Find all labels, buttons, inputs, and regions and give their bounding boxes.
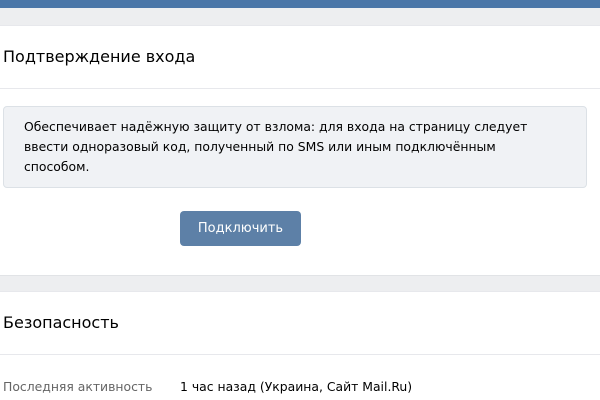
security-header: Безопасность — [0, 291, 600, 355]
top-navigation-bar — [0, 0, 600, 8]
security-title: Безопасность — [3, 313, 119, 332]
last-activity-value: 1 час назад (Украина, Сайт Mail.Ru) — [180, 379, 413, 394]
connect-button[interactable]: Подключить — [180, 211, 301, 246]
last-activity-row: Последняя активность 1 час назад (Украин… — [0, 377, 600, 397]
login-confirmation-title: Подтверждение входа — [3, 47, 196, 66]
description-line: ввести одноразовый код, полученный по SM… — [24, 139, 496, 154]
description-line: способом. — [24, 159, 90, 174]
section-separator — [0, 275, 600, 292]
description-line: Обеспечивает надёжную защиту от взлома: … — [24, 119, 528, 134]
page-background-strip — [0, 8, 600, 25]
last-activity-label: Последняя активность — [3, 379, 153, 394]
settings-page: Подтверждение входа Обеспечивает надёжну… — [0, 0, 600, 400]
login-confirmation-header: Подтверждение входа — [0, 25, 600, 89]
login-confirmation-description: Обеспечивает надёжную защиту от взлома: … — [3, 106, 587, 188]
